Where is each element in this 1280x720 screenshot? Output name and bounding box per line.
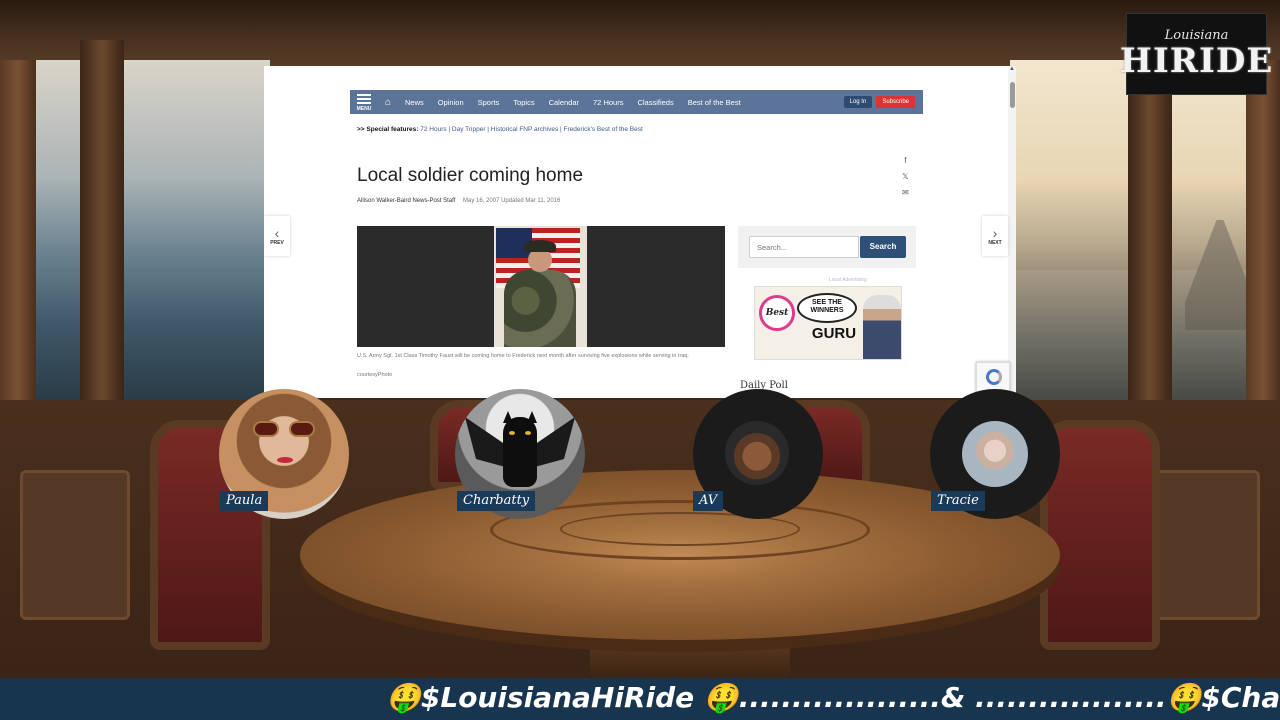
logo-main-text: HIRIDE [1119,41,1274,81]
prev-label: PREV [270,240,284,246]
participant-name: AV [693,491,724,511]
nav-link-opinion[interactable]: Opinion [431,98,471,107]
hamburger-icon-line [357,101,371,104]
login-button[interactable]: Log In [843,96,873,108]
left-sea [0,250,270,400]
soldier-figure [504,270,576,347]
right-pillar [1128,90,1172,420]
next-article-button[interactable]: › NEXT [982,216,1008,256]
search-button[interactable]: Search [860,236,906,258]
article-byline: Allison Walker-Baird News-Post Staff May… [357,198,560,204]
soldier-hat [524,240,556,252]
recaptcha-icon [986,369,1002,385]
right-curtain [1246,60,1280,400]
participant-name: Tracie [931,491,985,511]
ad-best-badge: Best [759,295,795,331]
special-features-bar: >> Special features: 72 Hours | Day Trip… [357,126,643,133]
face [725,421,789,485]
sunglasses-icon [253,421,315,437]
recaptcha-badge[interactable] [976,362,1010,392]
ad-label: Local Advertising [829,277,867,283]
photo-caption: U.S. Army Sgt. 1st Class Timothy Faust w… [357,353,689,359]
ad-speech-bubble: SEE THE WINNERS [797,293,857,323]
facebook-icon[interactable]: f [904,156,906,165]
participant-charbatty[interactable]: Charbatty [455,389,585,519]
special-features-links[interactable]: 72 Hours | Day Tripper | Historical FNP … [420,126,643,133]
subscribe-button[interactable]: Subscribe [876,96,915,108]
ad-figure [863,295,901,359]
chevron-right-icon: › [992,225,998,241]
scroll-thumb[interactable] [1010,82,1015,108]
nav-link-best-of-the-best[interactable]: Best of the Best [681,98,748,107]
participant-paula[interactable]: Paula [219,389,349,519]
article-headline: Local soldier coming home [357,165,584,186]
nav-link-topics[interactable]: Topics [506,98,541,107]
ticker-text: 🤑$LouisianaHiRide 🤑...................& … [386,681,1280,714]
menu-button[interactable]: MENU [350,90,378,114]
hamburger-icon-line [357,97,371,100]
photo-credit: courtesyPhoto [357,372,393,378]
article-photo[interactable] [357,226,725,347]
prev-article-button[interactable]: ‹ PREV [264,216,290,256]
louisiana-hiride-logo: Louisiana HIRIDE [1120,13,1272,95]
best-of-the-best-ad[interactable]: Best SEE THE WINNERS GURU [754,286,902,360]
carved-panel-left [20,470,130,620]
participant-name: Paula [220,491,269,511]
site-nav-bar: MENU ⌂ News Opinion Sports Topics Calend… [350,90,923,114]
nav-link-72-hours[interactable]: 72 Hours [586,98,630,107]
nav-link-classifieds[interactable]: Classifieds [630,98,680,107]
nav-account-actions: Log In Subscribe [843,96,923,108]
face [962,421,1028,487]
search-box: Search [738,226,916,268]
chevron-left-icon: ‹ [274,225,280,241]
participant-tracie[interactable]: Tracie [930,389,1060,519]
nav-link-sports[interactable]: Sports [471,98,507,107]
next-label: NEXT [988,240,1002,246]
ticker-bar: 🤑$LouisianaHiRide 🤑...................& … [0,678,1280,720]
participant-av[interactable]: AV [693,389,823,519]
cat-ear [503,411,513,423]
share-icons: f 𝕏 ✉ [902,156,909,197]
article-author[interactable]: Allison Walker-Baird News-Post Staff [357,198,455,204]
home-icon[interactable]: ⌂ [378,90,398,114]
nav-link-calendar[interactable]: Calendar [542,98,586,107]
menu-label: MENU [356,105,372,112]
scroll-up-icon[interactable]: ▲ [1008,66,1016,74]
cat-eye [509,431,515,435]
carved-panel-right [1150,470,1260,620]
search-input[interactable] [749,236,859,258]
table-base [590,640,790,680]
soldier-photo [494,226,587,347]
special-features-label: >> Special features: [357,126,419,133]
nav-link-news[interactable]: News [398,98,431,107]
ad-brand: GURU [811,325,857,342]
left-pillar [80,40,124,420]
x-icon[interactable]: 𝕏 [902,172,908,181]
participant-name: Charbatty [457,491,536,511]
lips [277,457,293,463]
black-cat-icon [503,417,537,487]
shared-browser-window: ▲ ‹ PREV › NEXT MENU ⌂ News Opinion Spor… [264,66,1016,398]
left-curtain [0,60,36,400]
nav-links: News Opinion Sports Topics Calendar 72 H… [398,98,748,107]
hamburger-icon [357,93,371,96]
article-dates: May 16, 2007 Updated Mar 11, 2016 [463,198,561,204]
cat-eye [525,431,531,435]
email-icon[interactable]: ✉ [902,188,909,197]
cat-ear [527,411,537,423]
vertical-scrollbar[interactable]: ▲ [1008,66,1016,398]
